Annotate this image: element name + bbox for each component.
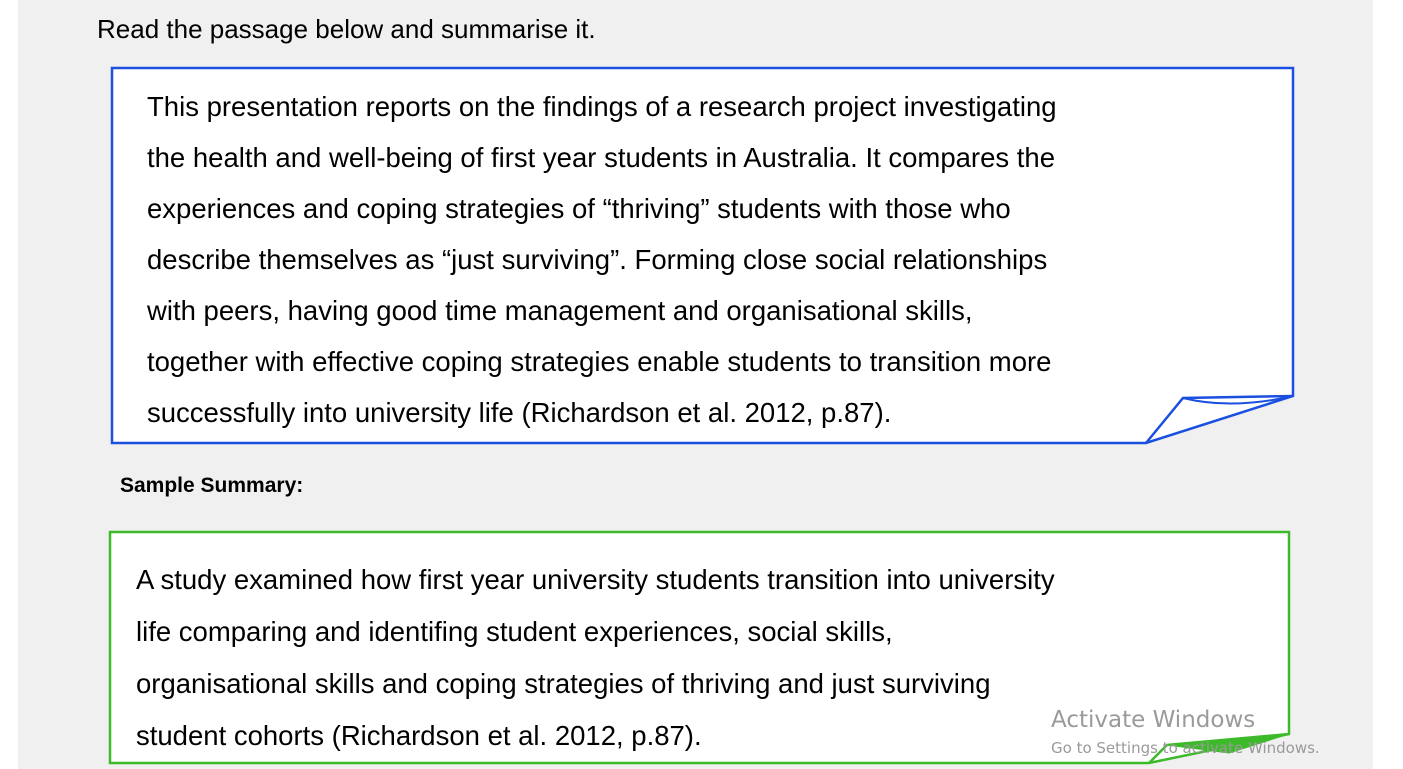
passage-line: describe themselves as “just surviving”.… (147, 244, 1048, 275)
summary-line: organisational skills and coping strateg… (136, 668, 991, 699)
passage-line: experiences and coping strategies of “th… (147, 193, 1011, 224)
passage-box: This presentation reports on the finding… (110, 66, 1295, 445)
instruction-text: Read the passage below and summarise it. (97, 14, 596, 44)
summary-line: A study examined how first year universi… (136, 564, 1055, 595)
passage-line: the health and well-being of first year … (147, 142, 1055, 173)
activate-windows-watermark: Activate Windows Go to Settings to activ… (1051, 707, 1320, 757)
passage-line: This presentation reports on the finding… (147, 91, 1057, 122)
passage-line: successfully into university life (Richa… (147, 397, 892, 428)
passage-line: together with effective coping strategie… (147, 346, 1052, 377)
summary-heading: Sample Summary: (120, 474, 304, 497)
summary-line: life comparing and identifing student ex… (136, 616, 893, 647)
passage-line: with peers, having good time management … (147, 295, 973, 326)
activate-windows-subtitle: Go to Settings to activate Windows. (1051, 739, 1320, 757)
passage-text: This presentation reports on the finding… (147, 81, 1287, 438)
activate-windows-title: Activate Windows (1051, 707, 1256, 733)
